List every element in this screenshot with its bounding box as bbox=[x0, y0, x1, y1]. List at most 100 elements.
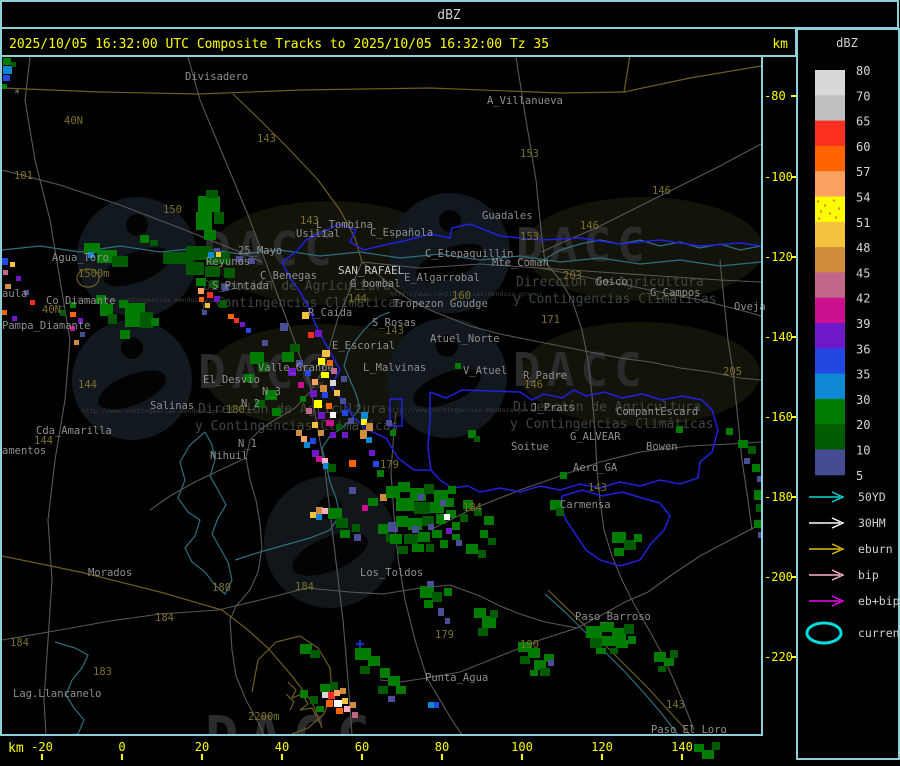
radar-echo-cell bbox=[206, 190, 218, 198]
radar-echo-cell bbox=[349, 460, 356, 467]
map-label: 205 bbox=[723, 366, 742, 378]
radar-echo-cell bbox=[349, 487, 356, 494]
x-axis-tick-label: 140 bbox=[671, 740, 693, 754]
map-label: G_bombal bbox=[350, 278, 401, 290]
map-label: Oveja bbox=[734, 301, 766, 313]
radar-echo-cell bbox=[610, 648, 618, 654]
scale-swatch-speckle bbox=[829, 212, 831, 215]
radar-echo-cell bbox=[3, 270, 8, 275]
radar-echo-cell bbox=[310, 512, 316, 518]
map-label: Aero_GA bbox=[573, 462, 618, 474]
radar-echo-cell bbox=[306, 408, 312, 414]
map-label: 143 bbox=[257, 133, 276, 145]
radar-echo-cell bbox=[478, 550, 486, 558]
map-label: 144 bbox=[78, 379, 97, 391]
radar-echo-cell bbox=[380, 494, 387, 501]
radar-echo-cell bbox=[312, 379, 318, 385]
map-label: Paso_Barroso bbox=[575, 611, 651, 623]
radar-echo-cell bbox=[341, 376, 347, 382]
scale-tick-label: 20 bbox=[856, 418, 870, 432]
radar-echo-cell bbox=[334, 690, 340, 696]
title-bar: dBZ bbox=[0, 0, 899, 29]
map-label: 184 bbox=[10, 637, 29, 649]
radar-echo-cell bbox=[616, 640, 628, 648]
radar-echo-cell bbox=[300, 396, 306, 402]
map-label: 171 bbox=[541, 314, 560, 326]
radar-echo-cell bbox=[440, 500, 446, 506]
map-label: G_Campos bbox=[650, 287, 701, 299]
dacc-watermark-line2: y Contingencias Climáticas bbox=[200, 296, 404, 311]
radar-echo-cell bbox=[455, 363, 461, 369]
map-label: Soitue bbox=[511, 441, 549, 453]
scale-swatch bbox=[815, 449, 845, 476]
radar-echo-cell bbox=[712, 742, 720, 750]
x-axis-tick-label: 80 bbox=[435, 740, 449, 754]
radar-echo-cell bbox=[474, 436, 480, 442]
scale-swatch bbox=[815, 70, 845, 96]
radar-echo-cell bbox=[520, 656, 530, 664]
radar-echo-cell bbox=[315, 330, 322, 337]
radar-echo-cell bbox=[140, 235, 149, 243]
scale-swatch bbox=[815, 398, 845, 425]
radar-echo-cell bbox=[404, 534, 418, 544]
radar-echo-cell bbox=[420, 586, 434, 598]
radar-echo-cell bbox=[478, 628, 488, 636]
radar-echo-cell bbox=[466, 544, 478, 554]
radar-echo-cell bbox=[310, 390, 317, 397]
scale-swatch-speckle bbox=[833, 199, 835, 202]
radar-echo-cell bbox=[74, 340, 79, 345]
radar-echo-cell bbox=[304, 442, 310, 448]
radar-echo-cell bbox=[202, 310, 207, 315]
radar-echo-cell bbox=[600, 622, 614, 632]
scale-swatch bbox=[815, 323, 845, 349]
radar-echo-cell bbox=[354, 534, 361, 541]
map-label: Guadales bbox=[482, 210, 533, 222]
radar-echo-cell bbox=[424, 600, 433, 608]
radar-echo-cell bbox=[316, 507, 323, 514]
radar-echo-cell bbox=[444, 588, 452, 596]
scale-swatch-speckle bbox=[817, 200, 819, 203]
map-label: Valle_Grande bbox=[258, 362, 334, 374]
map-label: N_1 bbox=[238, 438, 257, 450]
scale-swatch bbox=[815, 120, 845, 147]
radar-echo-cell bbox=[322, 392, 328, 398]
x-axis-unit: km bbox=[8, 741, 24, 756]
radar-echo-cell bbox=[314, 400, 322, 408]
legend-label: 50YD bbox=[858, 490, 886, 504]
radar-echo-cell bbox=[444, 514, 450, 520]
radar-echo-cell bbox=[204, 230, 216, 240]
radar-echo-cell bbox=[460, 514, 468, 522]
radar-echo-cell bbox=[748, 446, 756, 454]
x-axis-tick-label: -20 bbox=[31, 740, 53, 754]
map-label: 146 bbox=[580, 220, 599, 232]
radar-echo-cell bbox=[432, 530, 442, 538]
radar-echo-cell bbox=[112, 256, 128, 267]
radar-echo-cell bbox=[366, 423, 373, 431]
scale-swatch bbox=[815, 424, 845, 450]
radar-echo-cell bbox=[388, 676, 400, 686]
radar-echo-cell bbox=[310, 696, 318, 704]
y-axis-tick-label: -80 bbox=[764, 89, 786, 103]
radar-echo-cell bbox=[214, 212, 224, 224]
map-label: Bowen bbox=[646, 441, 678, 453]
y-axis-tick-label: -200 bbox=[764, 570, 793, 584]
map-label: Tropezon Goudge bbox=[393, 298, 488, 310]
map-label: V_Atuel bbox=[463, 365, 507, 377]
radar-echo-cell bbox=[318, 412, 325, 419]
map-label: Los_Toldos bbox=[360, 567, 423, 579]
radar-echo-cell bbox=[290, 344, 300, 352]
radar-echo-cell bbox=[738, 440, 748, 448]
radar-echo-cell bbox=[198, 288, 204, 294]
radar-echo-cell bbox=[386, 420, 392, 426]
radar-echo-cell bbox=[432, 592, 442, 602]
timestamp-text: 2025/10/05 16:32:00 UTC Composite Tracks… bbox=[9, 37, 549, 52]
radar-echo-cell bbox=[240, 322, 245, 327]
radar-echo-cell bbox=[424, 484, 434, 494]
scale-panel-frame bbox=[796, 28, 900, 760]
radar-echo-cell bbox=[386, 486, 400, 498]
scale-swatch bbox=[815, 297, 845, 324]
map-label: Divisadero bbox=[185, 71, 248, 83]
radar-echo-cell bbox=[120, 330, 130, 339]
x-axis-tick-label: 60 bbox=[355, 740, 369, 754]
dacc-logo-eye bbox=[439, 210, 461, 232]
